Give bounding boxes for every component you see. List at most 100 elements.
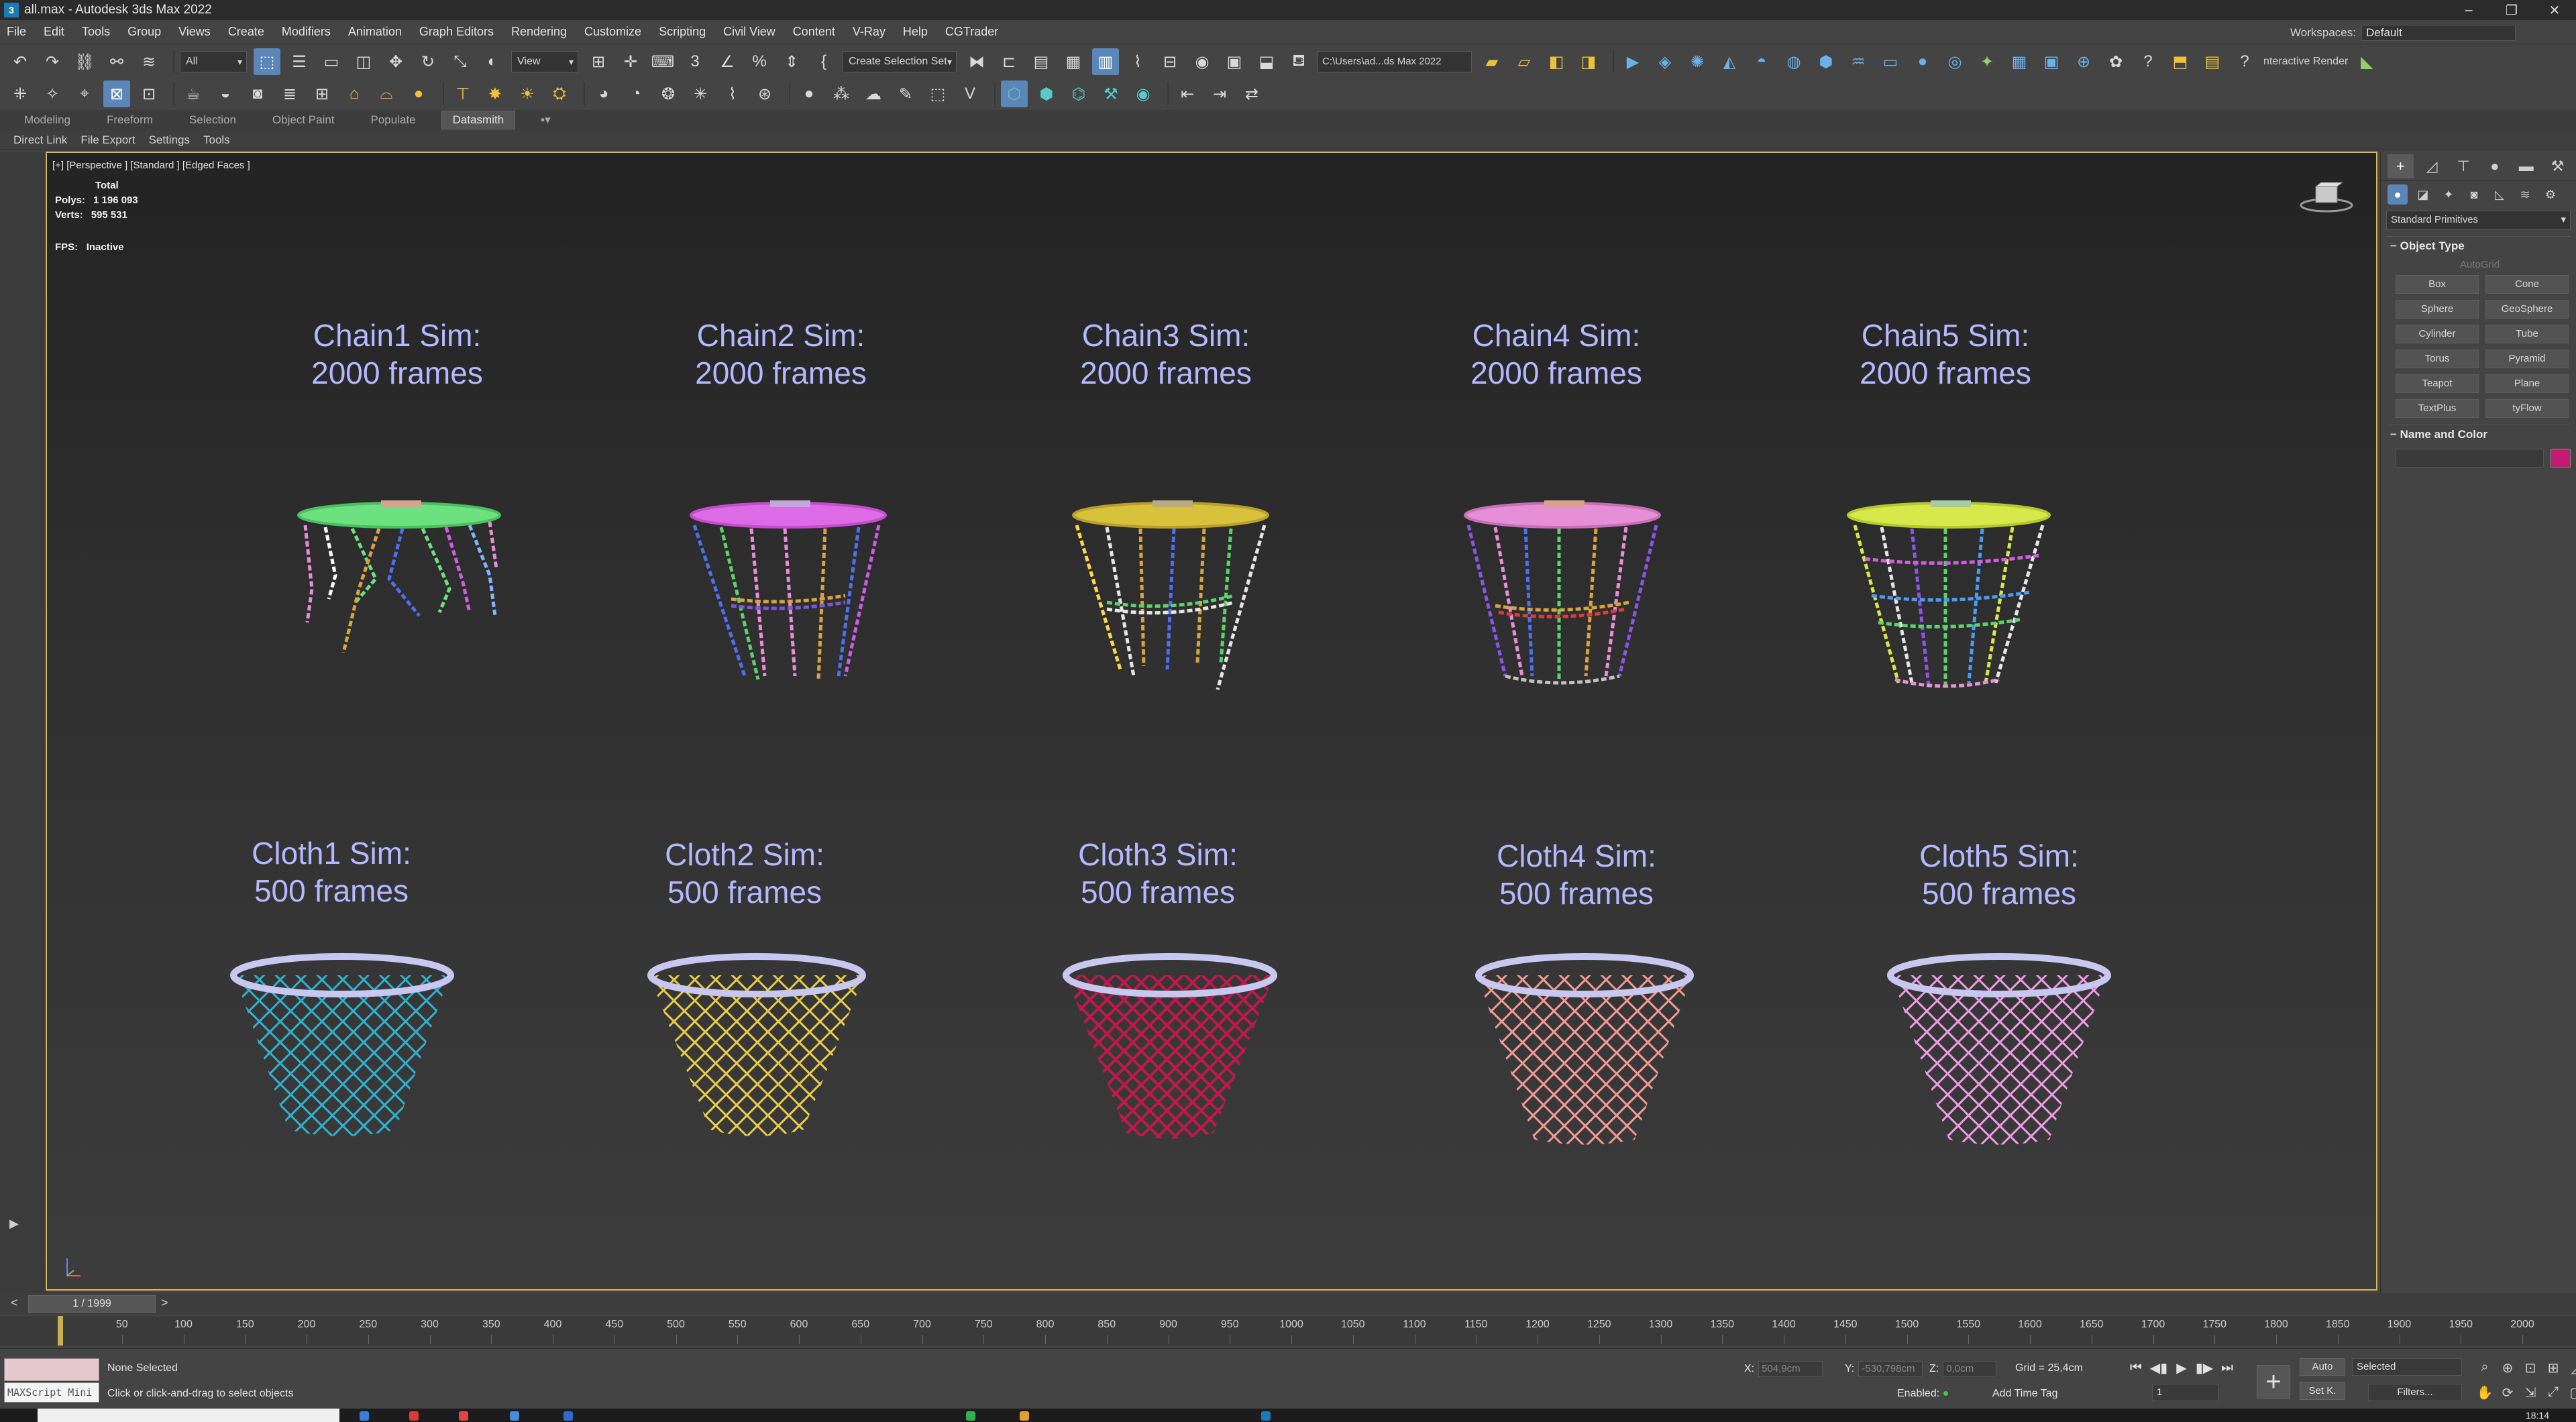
taskbar-search-field[interactable]: [38, 1409, 339, 1422]
prev-frame-icon[interactable]: <: [11, 1296, 18, 1310]
maximize-viewport-icon[interactable]: ⤢: [2544, 1384, 2563, 1401]
set-key-button[interactable]: Set K.: [2300, 1382, 2345, 1400]
open-folder-icon[interactable]: ▱: [1511, 48, 1538, 75]
subtab-settings[interactable]: Settings: [149, 133, 190, 147]
taskbar-app-icon[interactable]: [1020, 1411, 1029, 1421]
chain5-hoop-model[interactable]: [1845, 488, 2059, 716]
textplus-button[interactable]: TextPlus: [2396, 399, 2479, 418]
layer-add-icon[interactable]: ⊞: [309, 80, 335, 107]
hair-icon[interactable]: ⊛: [751, 80, 778, 107]
archive-folder-icon[interactable]: ◨: [1575, 48, 1602, 75]
utilities-tab-icon[interactable]: ⚒: [2544, 154, 2571, 178]
layer-explorer-icon[interactable]: ▦: [1060, 48, 1087, 75]
close-icon[interactable]: ✕: [2533, 0, 2576, 20]
tab-datasmith[interactable]: Datasmith: [441, 111, 516, 129]
menu-edit[interactable]: Edit: [44, 25, 64, 39]
keyboard-shortcut-icon[interactable]: ⌨: [649, 48, 676, 75]
vray-camera-icon[interactable]: ◎: [1941, 48, 1968, 75]
shapes-icon[interactable]: ◪: [2413, 184, 2433, 205]
y-field[interactable]: -530,798cm: [1858, 1361, 1923, 1377]
key-filter-dropdown[interactable]: Selected: [2352, 1358, 2462, 1376]
scatter-icon[interactable]: ⁂: [828, 80, 855, 107]
ribbon-options-icon[interactable]: ▪▾: [530, 111, 561, 129]
omni-light-icon[interactable]: ✸: [482, 80, 508, 107]
cloud-icon[interactable]: ☁: [860, 80, 887, 107]
lamp-icon[interactable]: ⌂: [341, 80, 368, 107]
cloth5-net-model[interactable]: [1885, 948, 2113, 1156]
mirror-icon[interactable]: ⧓: [963, 48, 990, 75]
move-icon[interactable]: ✥: [382, 48, 409, 75]
tab-modeling[interactable]: Modeling: [13, 111, 81, 129]
chain3-hoop-model[interactable]: [1067, 488, 1281, 716]
menu-graph-editors[interactable]: Graph Editors: [419, 25, 494, 39]
pyramid-button[interactable]: Pyramid: [2485, 349, 2569, 368]
snaps-toggle-icon[interactable]: 3: [682, 48, 708, 75]
material-editor-icon[interactable]: ◉: [1189, 48, 1216, 75]
scale-icon[interactable]: ⤡: [447, 48, 474, 75]
snap-pivot-icon[interactable]: ✧: [39, 80, 66, 107]
plane-button[interactable]: Plane: [2485, 374, 2569, 393]
orbit-icon[interactable]: ⟳: [2498, 1384, 2517, 1401]
menu-scripting[interactable]: Scripting: [659, 25, 706, 39]
menu-file[interactable]: File: [7, 25, 26, 39]
time-slider-handle[interactable]: 1 / 1999: [28, 1295, 156, 1313]
x-field[interactable]: 504,9cm: [1758, 1361, 1823, 1377]
chain1-hoop-model[interactable]: [295, 488, 510, 716]
zoom-extents-icon[interactable]: ⊡: [2521, 1360, 2540, 1376]
vray-fur-icon[interactable]: ♒: [1845, 48, 1872, 75]
tab-object-paint[interactable]: Object Paint: [262, 111, 345, 129]
key-filters-button[interactable]: Filters...: [2368, 1384, 2462, 1401]
menu-civil-view[interactable]: Civil View: [723, 25, 775, 39]
helpers-icon[interactable]: ◺: [2489, 184, 2510, 205]
place-icon[interactable]: ◐: [479, 48, 506, 75]
menu-tools[interactable]: Tools: [82, 25, 110, 39]
maxscript-listener-field[interactable]: [4, 1358, 99, 1381]
goto-end-icon[interactable]: ⏭: [2218, 1358, 2237, 1377]
spotlight-icon[interactable]: ⊤: [449, 80, 476, 107]
rotate-icon[interactable]: ↻: [415, 48, 441, 75]
geometry-icon[interactable]: ●: [2387, 184, 2408, 205]
layer-manager-icon[interactable]: ≣: [276, 80, 303, 107]
particle-icon[interactable]: ✳: [687, 80, 714, 107]
restore-icon[interactable]: ❐: [2490, 0, 2533, 20]
rect-selection-icon[interactable]: ▭: [318, 48, 345, 75]
selection-filter-dropdown[interactable]: All: [180, 51, 247, 72]
goto-start-icon[interactable]: ⏮: [2127, 1358, 2145, 1377]
geosphere-button[interactable]: GeoSphere: [2485, 300, 2569, 319]
toggle-ribbon-icon[interactable]: ▥: [1092, 48, 1119, 75]
vray-render-icon[interactable]: ◈: [1652, 48, 1678, 75]
pivot-center-icon[interactable]: ⊞: [585, 48, 612, 75]
window-crossing-icon[interactable]: ◫: [350, 48, 377, 75]
vray-plane-icon[interactable]: ▭: [1877, 48, 1904, 75]
tab-populate[interactable]: Populate: [360, 111, 427, 129]
vray-decal-icon[interactable]: ▣: [2038, 48, 2065, 75]
menu-views[interactable]: Views: [178, 25, 211, 39]
tyflow-icon[interactable]: ⬡: [1001, 80, 1028, 107]
taskbar-app-icon[interactable]: [966, 1411, 975, 1421]
tyflow-button[interactable]: tyFlow: [2485, 399, 2569, 418]
snap-vertex-icon[interactable]: ⌖: [71, 80, 98, 107]
object-type-title[interactable]: Object Type: [2386, 236, 2571, 255]
redo-icon[interactable]: ↷: [39, 48, 66, 75]
subtab-direct-link[interactable]: Direct Link: [13, 133, 67, 147]
select-object-icon[interactable]: ⬚: [254, 48, 280, 75]
auto-key-button[interactable]: Auto: [2300, 1358, 2345, 1376]
help-icon[interactable]: ?: [2231, 48, 2258, 75]
chain2-hoop-model[interactable]: [684, 488, 899, 716]
spacewarps-icon[interactable]: ≋: [2515, 184, 2535, 205]
vray-logo-icon[interactable]: V: [957, 80, 983, 107]
reference-coordinate-dropdown[interactable]: View: [511, 51, 578, 72]
time-slider[interactable]: < 1 / 1999 >: [0, 1293, 2576, 1315]
taskbar-3dsmax-icon[interactable]: [1261, 1411, 1271, 1421]
spinner-snap-icon[interactable]: ⇕: [778, 48, 805, 75]
minimize-icon[interactable]: –: [2447, 0, 2490, 20]
current-frame-field[interactable]: 1: [2152, 1384, 2219, 1401]
object-color-swatch[interactable]: [2551, 449, 2571, 468]
fov-icon[interactable]: ◿: [2567, 1360, 2576, 1376]
maxscript-mini-listener[interactable]: MAXScript Mini: [4, 1382, 99, 1403]
chain4-hoop-model[interactable]: [1458, 488, 1673, 716]
next-frame-icon[interactable]: >: [161, 1296, 168, 1310]
bind-spacewarp-icon[interactable]: ≋: [136, 48, 162, 75]
subtab-tools[interactable]: Tools: [203, 133, 230, 147]
teapot-button[interactable]: Teapot: [2396, 374, 2479, 393]
